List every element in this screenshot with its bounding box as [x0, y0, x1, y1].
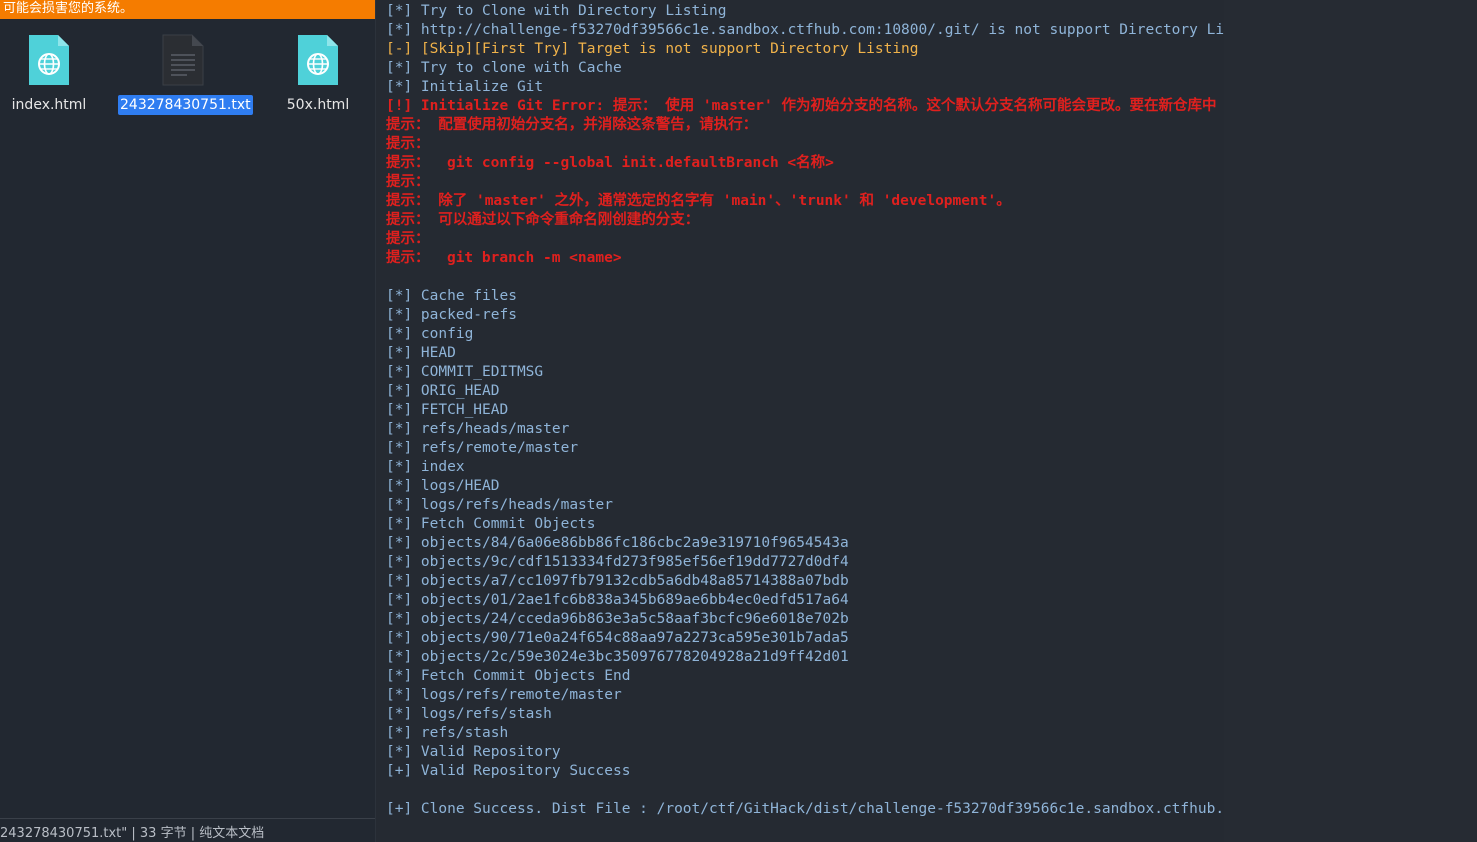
- terminal-line: [*] objects/90/71e0a24f654c88aa97a2273ca…: [386, 630, 849, 646]
- terminal-line: [*] Fetch Commit Objects End: [386, 668, 631, 684]
- file-item-index-html[interactable]: index.html: [0, 33, 114, 115]
- warning-banner: 可能会损害您的系统。: [0, 0, 375, 19]
- terminal-line: 提示： 配置使用初始分支名，并消除这条警告，请执行：: [386, 117, 758, 133]
- terminal-line: [*] COMMIT_EDITMSG: [386, 364, 544, 380]
- terminal-line: [*] refs/heads/master: [386, 421, 570, 437]
- terminal-line: [*] http://challenge-f53270df39566c1e.sa…: [386, 22, 1224, 38]
- terminal-line: 提示：: [386, 136, 430, 152]
- terminal-output: [*] Try to Clone with Directory Listing […: [386, 2, 1224, 819]
- html-file-icon: [296, 33, 340, 87]
- file-label: index.html: [11, 97, 87, 113]
- terminal-line: [*] logs/refs/remote/master: [386, 687, 622, 703]
- terminal-line: 提示： git config --global init.defaultBran…: [386, 155, 834, 171]
- terminal-line: [*] HEAD: [386, 345, 456, 361]
- terminal-line: [*] Cache files: [386, 288, 517, 304]
- terminal-line: [*] objects/a7/cc1097fb79132cdb5a6db48a8…: [386, 573, 849, 589]
- terminal-line: [-] [Skip][First Try] Target is not supp…: [386, 41, 919, 57]
- right-pane: [1224, 0, 1477, 842]
- terminal-line: 提示：: [386, 231, 430, 247]
- terminal-line: [*] objects/24/cceda96b863e3a5c58aaf3bcf…: [386, 611, 849, 627]
- terminal-line: 提示： 可以通过以下命令重命名刚创建的分支：: [386, 212, 700, 228]
- terminal-line: [*] packed-refs: [386, 307, 517, 323]
- file-label-selected: 243278430751.txt: [118, 95, 253, 115]
- terminal-line: 提示： git branch -m <name>: [386, 250, 622, 266]
- terminal-line: [*] logs/refs/heads/master: [386, 497, 613, 513]
- terminal-line: [*] refs/stash: [386, 725, 509, 741]
- text-file-icon: [161, 33, 205, 87]
- terminal-line: [!] Initialize Git Error: 提示： 使用 'master…: [386, 98, 1217, 114]
- status-bar: 243278430751.txt" | 33 字节 | 纯文本文档: [0, 818, 375, 842]
- terminal-line: [*] logs/refs/stash: [386, 706, 552, 722]
- terminal-line: 提示： 除了 'master' 之外，通常选定的名字有 'main'、'trun…: [386, 193, 1011, 209]
- terminal-line: [*] refs/remote/master: [386, 440, 579, 456]
- file-label: 50x.html: [286, 97, 350, 113]
- terminal-line: [*] objects/9c/cdf1513334fd273f985ef56ef…: [386, 554, 849, 570]
- terminal-line: [*] index: [386, 459, 465, 475]
- terminal-line: [*] Initialize Git: [386, 79, 544, 95]
- terminal-line: [*] Try to Clone with Directory Listing: [386, 3, 727, 19]
- terminal-line: [+] Valid Repository Success: [386, 763, 631, 779]
- terminal-line: [*] objects/2c/59e3024e3bc35097677820492…: [386, 649, 849, 665]
- file-manager-pane: 可能会损害您的系统。 index.html 243278430751.txt 5…: [0, 0, 376, 842]
- terminal-line: [*] objects/84/6a06e86bb86fc186cbc2a9e31…: [386, 535, 849, 551]
- terminal-line: [*] config: [386, 326, 474, 342]
- terminal-line: [*] FETCH_HEAD: [386, 402, 509, 418]
- html-file-icon: [27, 33, 71, 87]
- terminal-window[interactable]: [*] Try to Clone with Directory Listing […: [376, 0, 1224, 842]
- terminal-line: [*] Try to clone with Cache: [386, 60, 622, 76]
- terminal-line: [*] logs/HEAD: [386, 478, 500, 494]
- terminal-line: 提示：: [386, 174, 430, 190]
- terminal-line: [*] Valid Repository: [386, 744, 561, 760]
- terminal-line: [*] objects/01/2ae1fc6b838a345b689ae6bb4…: [386, 592, 849, 608]
- file-item-txt[interactable]: 243278430751.txt: [118, 33, 253, 115]
- file-item-50x-html[interactable]: 50x.html: [253, 33, 383, 115]
- terminal-line: [*] Fetch Commit Objects: [386, 516, 596, 532]
- terminal-line: [*] ORIG_HEAD: [386, 383, 500, 399]
- terminal-line: [+] Clone Success. Dist File : /root/ctf…: [386, 801, 1224, 817]
